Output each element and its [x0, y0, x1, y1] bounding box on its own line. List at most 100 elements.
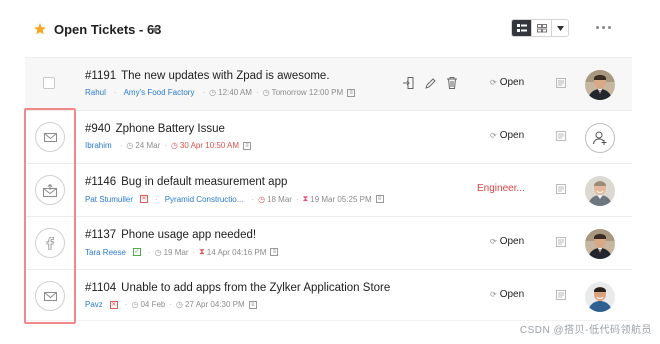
view-dropdown-button[interactable] — [552, 20, 568, 36]
ticket-status[interactable]: ⟳ Open — [490, 289, 524, 300]
created-time: 12:40 AM — [218, 88, 252, 97]
contact-name[interactable]: Pat Stumuller — [85, 195, 133, 204]
ticket-status[interactable]: ⟳ Open — [490, 236, 524, 247]
due-clock-icon: ◷ — [176, 300, 184, 309]
ticket-subject[interactable]: #1137 Phone usage app needed! — [85, 229, 256, 241]
ticket-status[interactable]: ⟳ Open — [490, 77, 524, 88]
ticket-title[interactable]: Phone usage app needed! — [121, 229, 256, 241]
ticket-id[interactable]: #1137 — [85, 229, 116, 241]
channel-badge — [35, 122, 65, 152]
note-icon[interactable] — [556, 290, 566, 300]
ticket-title[interactable]: Bug in default measurement app — [121, 176, 287, 188]
chevron-down-icon[interactable] — [151, 28, 159, 33]
list-view-button[interactable] — [512, 20, 532, 36]
tag-icon: ✕ — [109, 300, 118, 309]
delete-icon[interactable] — [446, 76, 458, 90]
note-icon[interactable] — [556, 131, 566, 141]
ticket-id[interactable]: #1191 — [85, 70, 116, 82]
clock-icon: ◷ — [126, 141, 134, 150]
ticket-subject[interactable]: #1146 Bug in default measurement app — [85, 176, 287, 188]
contact-name[interactable]: Rahul — [85, 88, 106, 97]
tag-icon: ✓ — [132, 248, 141, 256]
ticket-id[interactable]: #1104 — [85, 282, 116, 294]
list-view-icon — [516, 23, 527, 32]
ticket-row[interactable]: #1137 Phone usage app needed! Tara Reese … — [25, 216, 632, 269]
clock-icon: ◷ — [258, 194, 266, 204]
status-label[interactable]: Open — [500, 236, 524, 247]
ticket-row[interactable]: #1146 Bug in default measurement app Pat … — [25, 163, 632, 216]
view-switcher — [511, 19, 569, 37]
due-time: 14 Apr 04:16 PM — [206, 247, 267, 257]
caret-down-icon — [556, 25, 564, 31]
status-label[interactable]: Open — [500, 77, 524, 88]
contact-name[interactable]: Ibrahim — [85, 141, 112, 150]
account-name[interactable]: Amy's Food Factory — [124, 88, 195, 97]
due-clock-icon: ◷ — [170, 141, 178, 150]
channel-badge — [35, 228, 65, 258]
mail-upload-icon — [43, 183, 57, 197]
row-checkbox[interactable] — [43, 77, 55, 89]
assign-agent-button[interactable] — [585, 123, 615, 153]
contact-name[interactable]: Pavz — [85, 300, 103, 309]
ticket-row[interactable]: #1104 Unable to add apps from the Zylker … — [25, 269, 632, 321]
ticket-id[interactable]: #940 — [85, 123, 111, 135]
clock-icon: ◷ — [209, 88, 217, 97]
facebook-icon — [46, 236, 54, 250]
ticket-title[interactable]: The new updates with Zpad is awesome. — [121, 70, 329, 82]
ticket-status[interactable]: ⟳ Open — [490, 130, 524, 141]
status-label[interactable]: Open — [500, 289, 524, 300]
ticket-meta: Ibrahim · ◷ 24 Mar · ◷ 30 Apr 10:50 AM ≡ — [85, 141, 252, 150]
clock-icon: ◷ — [131, 300, 139, 309]
ticket-row[interactable]: #940 Zphone Battery Issue Ibrahim · ◷ 24 … — [25, 110, 632, 163]
due-time: Tomorrow 12:00 PM — [271, 88, 344, 97]
ticket-status[interactable]: Engineer... — [477, 183, 525, 194]
ticket-title[interactable]: Unable to add apps from the Zylker Appli… — [121, 282, 390, 294]
ticket-subject[interactable]: #1104 Unable to add apps from the Zylker … — [85, 282, 390, 294]
compact-view-button[interactable] — [532, 20, 552, 36]
add-user-icon — [593, 131, 607, 145]
created-time: 19 Mar — [163, 247, 189, 257]
mail-icon — [43, 132, 57, 142]
tag-icon: ✕ — [140, 195, 149, 203]
ticket-id[interactable]: #1146 — [85, 176, 116, 188]
note-icon[interactable] — [556, 78, 566, 88]
priority-icon: ≡ — [248, 300, 257, 309]
mail-icon — [43, 291, 57, 301]
created-time: 04 Feb — [140, 300, 166, 309]
clock-icon: ◷ — [154, 247, 162, 257]
due-time: 30 Apr 10:50 AM — [179, 141, 240, 150]
avatar[interactable] — [585, 282, 615, 312]
ticket-meta: Pat Stumuller ✕ · Pyramid Constructio...… — [85, 194, 384, 204]
ticket-list: #1191 The new updates with Zpad is awesom… — [25, 57, 632, 321]
assign-icon[interactable] — [402, 76, 414, 90]
ticket-subject[interactable]: #1191 The new updates with Zpad is awesom… — [85, 70, 330, 82]
created-time: 18 Mar — [267, 194, 292, 204]
view-title[interactable]: Open Tickets - 63 — [54, 22, 161, 37]
contact-name[interactable]: Tara Reese — [85, 248, 126, 257]
status-label[interactable]: Open — [500, 130, 524, 141]
ticket-subject[interactable]: #940 Zphone Battery Issue — [85, 123, 225, 135]
account-name[interactable]: Pyramid Constructio... — [165, 195, 244, 204]
compact-view-icon — [536, 23, 547, 32]
channel-badge — [35, 281, 65, 311]
star-icon[interactable] — [33, 22, 47, 36]
created-time: 24 Mar — [135, 141, 161, 150]
due-time: 19 Mar 05:25 PM — [310, 194, 372, 204]
note-icon[interactable] — [556, 184, 566, 194]
ticket-row[interactable]: #1191 The new updates with Zpad is awesom… — [25, 57, 632, 110]
note-icon[interactable] — [556, 237, 566, 247]
more-options-icon[interactable] — [596, 26, 611, 29]
avatar[interactable] — [585, 70, 615, 100]
ticket-title[interactable]: Zphone Battery Issue — [116, 123, 225, 135]
priority-icon: ≡ — [375, 195, 384, 203]
due-clock-icon: ◷ — [262, 88, 270, 97]
row-actions — [402, 76, 458, 90]
priority-icon: ≡ — [243, 141, 252, 150]
avatar[interactable] — [585, 176, 615, 206]
avatar[interactable] — [585, 229, 615, 259]
watermark: CSDN @搭贝-低代码领航员 — [519, 325, 652, 336]
priority-icon: ≡ — [270, 248, 279, 256]
ticket-meta: Tara Reese ✓ · ◷ 19 Mar · ⧗ 14 Apr 04:16… — [85, 247, 279, 257]
ticket-meta: Rahul · Amy's Food Factory · ◷ 12:40 AM … — [85, 88, 356, 97]
edit-icon[interactable] — [424, 76, 436, 90]
